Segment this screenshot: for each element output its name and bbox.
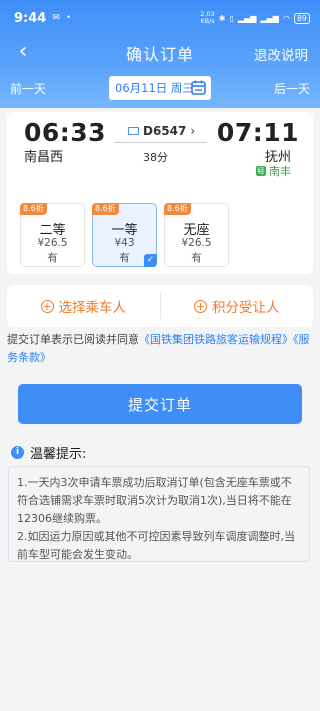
signal-icon-2: ▂▄▆ <box>260 13 279 23</box>
route-line <box>115 142 207 143</box>
select-passenger-button[interactable]: + 选择乘车人 <box>7 296 160 316</box>
signal-icon: ▂▄▆ <box>237 13 257 23</box>
seat-price: ¥26.5 <box>181 237 212 249</box>
status-time: 9:44 <box>14 10 47 26</box>
next-day-button[interactable]: 后一天 <box>274 80 310 97</box>
seat-option-no-seat[interactable]: 8.6折 无座 ¥26.5 有 <box>164 203 229 267</box>
points-receiver-button[interactable]: + 积分受让人 <box>161 296 314 316</box>
info-icon: i <box>11 446 24 459</box>
via-badge-icon: 经 <box>256 166 266 176</box>
departure-time: 06:33 <box>24 118 107 147</box>
previous-day-button[interactable]: 前一天 <box>10 80 46 97</box>
via-station: 经 南丰 <box>256 165 291 178</box>
seat-name: 一等 <box>111 223 138 238</box>
discount-badge: 8.6折 <box>164 203 191 215</box>
seat-option-second-class[interactable]: 8.6折 二等 ¥26.5 有 <box>20 203 85 267</box>
seat-availability: 有 <box>47 252 58 264</box>
discount-badge: 8.6折 <box>20 203 47 215</box>
arrival-time: 07:11 <box>216 118 299 147</box>
date-selector: 前一天 06月11日 周三 后一天 <box>0 74 320 102</box>
plus-circle-icon: + <box>40 299 54 313</box>
submit-order-button[interactable]: 提交订单 <box>18 384 302 424</box>
notification-icon: ✉ <box>52 13 60 23</box>
seat-price: ¥26.5 <box>37 237 68 249</box>
vibrate-icon: ▯ <box>229 13 234 23</box>
seat-option-first-class[interactable]: 8.6折 一等 ¥43 有 ✓ <box>92 203 157 267</box>
departure-station: 南昌西 <box>24 150 64 165</box>
notification-icon-2: • <box>65 13 72 23</box>
tips-heading: i 温馨提示: <box>11 443 86 462</box>
checkmark-icon: ✓ <box>144 254 157 267</box>
selected-date: 06月11日 周三 <box>115 81 194 95</box>
seat-availability: 有 <box>191 252 202 264</box>
train-number[interactable]: D6547 › <box>128 124 195 138</box>
bluetooth-icon: ✱ <box>218 13 226 23</box>
train-info-card: 06:33 南昌西 D6547 › 38分 07:11 抚州 经 南丰 8.6折… <box>7 112 313 274</box>
rules-link[interactable]: 《国铁集团铁路旅客运输规程》 <box>139 333 293 346</box>
date-picker[interactable]: 06月11日 周三 <box>109 76 211 100</box>
calendar-icon <box>191 80 206 95</box>
discount-badge: 8.6折 <box>92 203 119 215</box>
seat-name: 无座 <box>183 223 210 238</box>
net-speed: 2.03 KB/s <box>200 10 215 25</box>
tips-box: 1.一天内3次申请车票成功后取消订单(包含无座车票或不符合选铺需求车票时取消5次… <box>8 466 310 562</box>
tip-item: 2.如因运力原因或其他不可控因素导致列车调度调整时,当前车型可能会发生变动。 <box>17 530 295 561</box>
wifi-icon: ◠ <box>282 13 290 23</box>
battery-icon: 89 <box>293 12 310 24</box>
status-bar: 9:44 ✉ • 2.03 KB/s ✱ ▯ ▂▄▆ ▂▄▆ ◠ 89 <box>0 0 320 36</box>
passenger-actions: + 选择乘车人 + 积分受让人 <box>7 285 313 327</box>
tip-item: 1.一天内3次申请车票成功后取消订单(包含无座车票或不符合选铺需求车票时取消5次… <box>17 476 292 525</box>
back-arrow-icon[interactable]: ‹ <box>12 38 34 66</box>
refund-policy-button[interactable]: 退改说明 <box>254 44 308 64</box>
chevron-right-icon: › <box>190 124 196 138</box>
agreement-text: 提交订单表示已阅读并同意《国铁集团铁路旅客运输规程》《服务条款》 <box>7 333 310 364</box>
seat-name: 二等 <box>39 223 66 238</box>
plus-circle-icon: + <box>194 299 207 313</box>
navigation-bar: ‹ 确认订单 退改说明 <box>0 36 320 70</box>
seat-price: ¥43 <box>114 237 135 249</box>
travel-duration: 38分 <box>143 151 168 164</box>
id-card-icon <box>128 127 139 135</box>
